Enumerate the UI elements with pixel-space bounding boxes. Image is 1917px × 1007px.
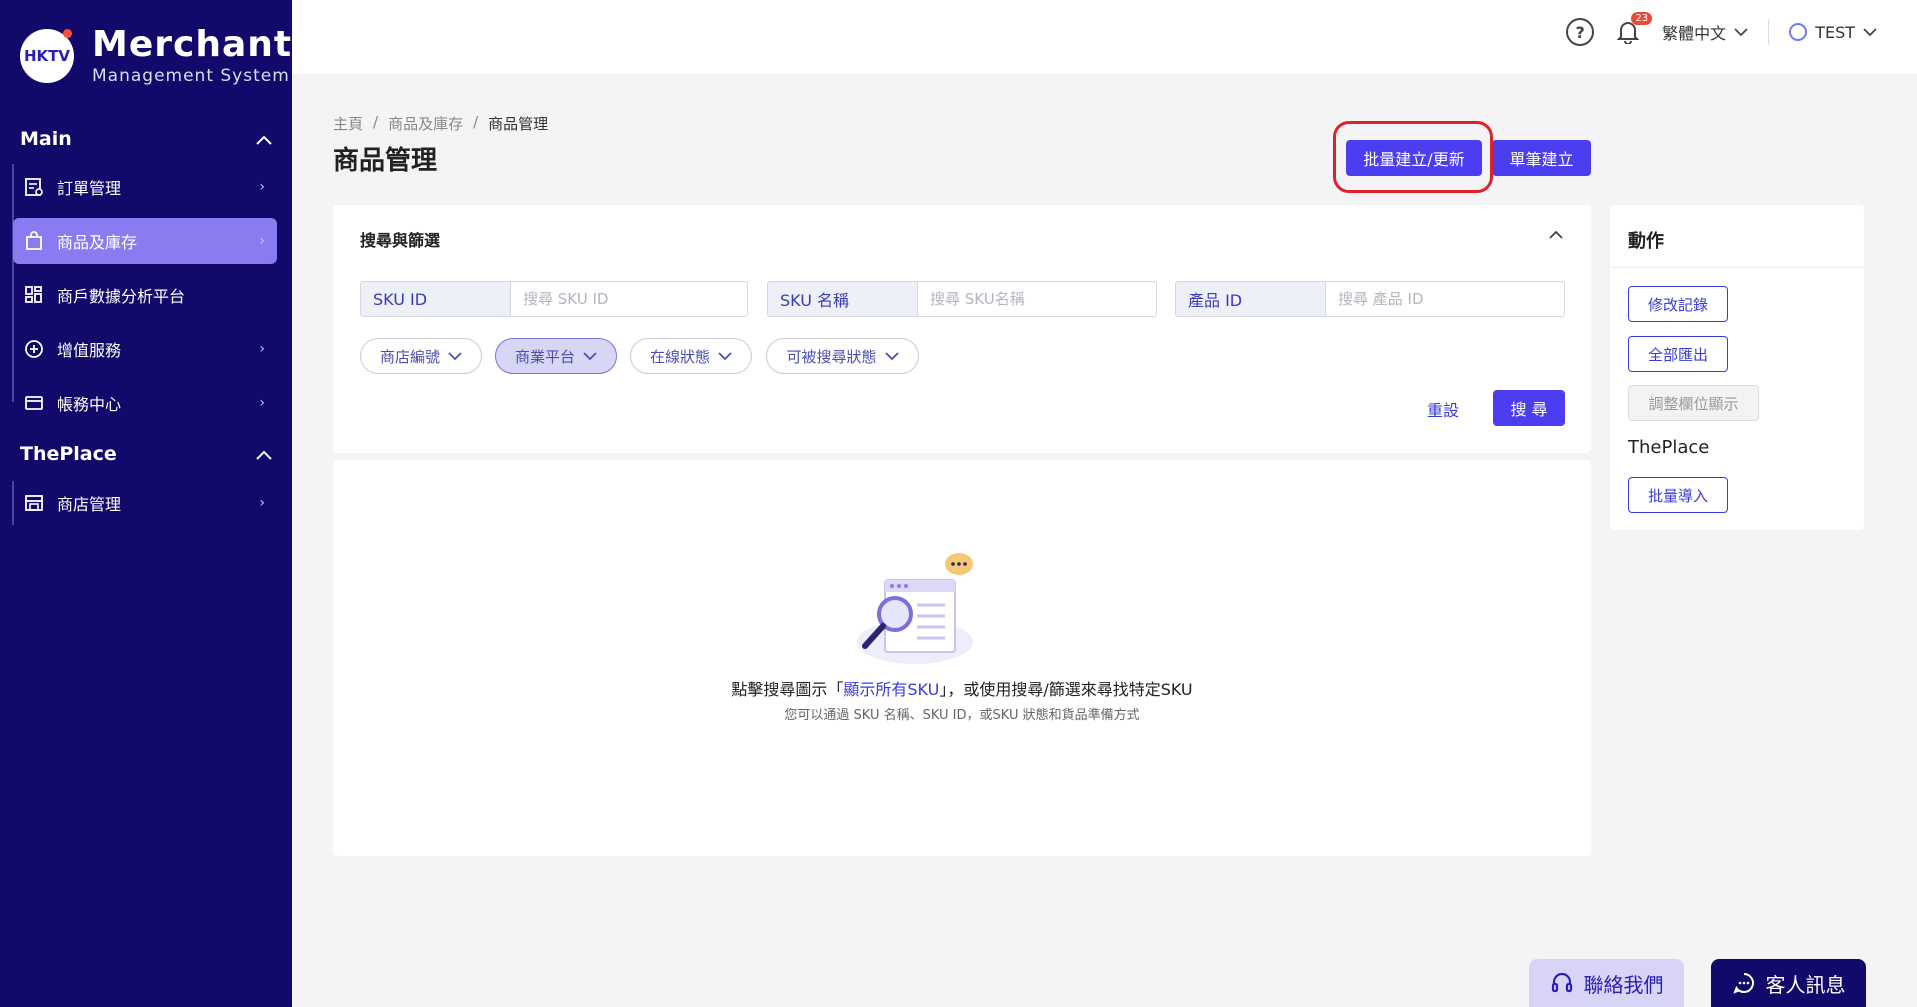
headset-icon (1551, 972, 1572, 993)
product-id-input[interactable] (1326, 282, 1564, 316)
help-icon[interactable]: ? (1566, 18, 1595, 46)
bulk-import-button[interactable]: 批量導入 (1628, 477, 1728, 513)
search-filter-card: 搜尋與篩選 SKU ID SKU 名稱 產品 ID 商店編號 商業平台 在線狀態… (333, 205, 1591, 453)
credit-card-icon (23, 392, 45, 414)
chip-label: 商業平台 (514, 347, 575, 366)
single-create-button[interactable]: 單筆建立 (1492, 140, 1591, 176)
chevron-right-icon: › (259, 495, 265, 511)
chevron-down-icon (1863, 27, 1877, 36)
searchable-status-filter[interactable]: 可被搜尋狀態 (766, 338, 919, 374)
chevron-up-icon (256, 443, 272, 465)
theplace-section-label: ThePlace (1628, 437, 1710, 458)
sidebar-item-label: 增值服務 (57, 341, 122, 360)
empty-state-hint: 您可以通過 SKU 名稱、SKU ID，或SKU 狀態和貨品準備方式 (784, 708, 1140, 723)
chip-label: 商店編號 (379, 347, 440, 366)
chevron-down-icon (718, 351, 732, 360)
user-menu[interactable]: TEST (1789, 23, 1877, 42)
edit-log-button[interactable]: 修改記錄 (1628, 286, 1728, 322)
chevron-right-icon: › (259, 233, 265, 249)
empty-search-illustration (845, 550, 985, 670)
notification-badge: 23 (1631, 12, 1653, 25)
highlight-annotation (1333, 121, 1493, 193)
logo-badge-text: HKTV (23, 47, 71, 65)
plus-circle-icon (23, 338, 45, 360)
sidebar-item-label: 商店管理 (57, 495, 122, 514)
customer-messages-button[interactable]: 客人訊息 (1711, 959, 1866, 1007)
notification-button[interactable]: 23 (1614, 12, 1653, 46)
chevron-right-icon: › (259, 395, 265, 411)
customer-messages-label: 客人訊息 (1765, 972, 1846, 997)
sidebar-item-orders[interactable]: 訂單管理 › (13, 164, 277, 210)
sidebar-item-label: 訂單管理 (57, 179, 122, 198)
sku-id-label: SKU ID (361, 282, 511, 316)
show-all-sku-link[interactable]: 顯示所有SKU (843, 680, 939, 699)
chip-label: 在線狀態 (649, 347, 710, 366)
export-all-button[interactable]: 全部匯出 (1628, 336, 1728, 372)
sidebar-item-label: 商品及庫存 (57, 233, 138, 252)
breadcrumb-home[interactable]: 主頁 (333, 113, 363, 134)
empty-state-message: 點擊搜尋圖示「顯示所有SKU」，或使用搜尋/篩選來尋找特定SKU (731, 680, 1193, 699)
order-list-icon (23, 176, 45, 198)
chevron-up-icon[interactable] (1549, 227, 1563, 243)
adjust-columns-button[interactable]: 調整欄位顯示 (1628, 385, 1759, 421)
brand-subtitle: Management System (92, 66, 290, 86)
product-id-label: 產品 ID (1176, 282, 1326, 316)
top-bar: ? 23 繁體中文 TEST (292, 0, 1917, 74)
section-theplace-label: ThePlace (20, 443, 117, 465)
page-title: 商品管理 (333, 146, 438, 176)
online-status-filter[interactable]: 在線狀態 (630, 338, 752, 374)
business-platform-filter[interactable]: 商業平台 (495, 338, 617, 374)
brand-title: Merchant (92, 24, 293, 65)
chevron-right-icon: › (259, 341, 265, 357)
sidebar-item-label: 帳務中心 (57, 395, 122, 414)
product-id-field: 產品 ID (1175, 281, 1565, 317)
chevron-down-icon (448, 351, 462, 360)
chevron-down-icon (1734, 27, 1748, 36)
sidebar-item-label: 商戶數據分析平台 (57, 287, 186, 306)
section-main-toggle[interactable]: Main (20, 124, 272, 154)
chevron-right-icon: › (259, 179, 265, 195)
sku-id-field: SKU ID (360, 281, 748, 317)
results-card: 點擊搜尋圖示「顯示所有SKU」，或使用搜尋/篩選來尋找特定SKU 您可以通過 S… (333, 460, 1591, 856)
chevron-down-icon (583, 351, 597, 360)
sidebar: HKTV Merchant Management System Main 訂單管… (0, 0, 292, 1007)
chevron-down-icon (884, 351, 899, 360)
sku-name-input[interactable] (918, 282, 1156, 316)
sku-name-label: SKU 名稱 (768, 282, 918, 316)
actions-title: 動作 (1628, 231, 1664, 252)
section-main-label: Main (20, 128, 72, 150)
filter-title: 搜尋與篩選 (360, 231, 441, 250)
language-label: 繁體中文 (1662, 24, 1727, 43)
user-name: TEST (1815, 22, 1855, 42)
chat-bubble-icon (1732, 973, 1754, 994)
store-code-filter[interactable]: 商店編號 (360, 338, 482, 374)
section-theplace-toggle[interactable]: ThePlace (20, 439, 272, 469)
actions-card: 動作 修改記錄 全部匯出 調整欄位顯示 ThePlace 批量導入 (1610, 205, 1864, 530)
shopping-bag-icon (23, 230, 45, 252)
breadcrumb: 主頁 / 商品及庫存 / 商品管理 (333, 113, 549, 134)
sku-name-field: SKU 名稱 (767, 281, 1157, 317)
breadcrumb-products[interactable]: 商品及庫存 (388, 113, 463, 134)
sidebar-item-store-management[interactable]: 商店管理 › (13, 480, 277, 526)
reset-button[interactable]: 重設 (1427, 397, 1459, 421)
chip-label: 可被搜尋狀態 (786, 347, 877, 366)
hktv-logo-icon: HKTV (20, 29, 74, 83)
chevron-up-icon (256, 128, 272, 150)
search-button[interactable]: 搜 尋 (1493, 390, 1565, 426)
contact-us-label: 聯絡我們 (1583, 972, 1664, 997)
breadcrumb-current: 商品管理 (488, 115, 549, 133)
contact-us-button[interactable]: 聯絡我們 (1529, 959, 1684, 1007)
dashboard-grid-icon (23, 284, 45, 306)
sidebar-item-products[interactable]: 商品及庫存 › (13, 218, 277, 264)
sidebar-item-accounts[interactable]: 帳務中心 › (13, 380, 277, 426)
store-icon (23, 492, 45, 514)
brand-logo[interactable]: HKTV Merchant Management System (20, 26, 292, 86)
sku-id-input[interactable] (511, 282, 747, 316)
user-avatar-icon (1789, 23, 1808, 41)
language-selector[interactable]: 繁體中文 (1662, 20, 1748, 44)
sidebar-item-analytics[interactable]: 商戶數據分析平台 (13, 272, 277, 318)
sidebar-item-value-added[interactable]: 增值服務 › (13, 326, 277, 372)
